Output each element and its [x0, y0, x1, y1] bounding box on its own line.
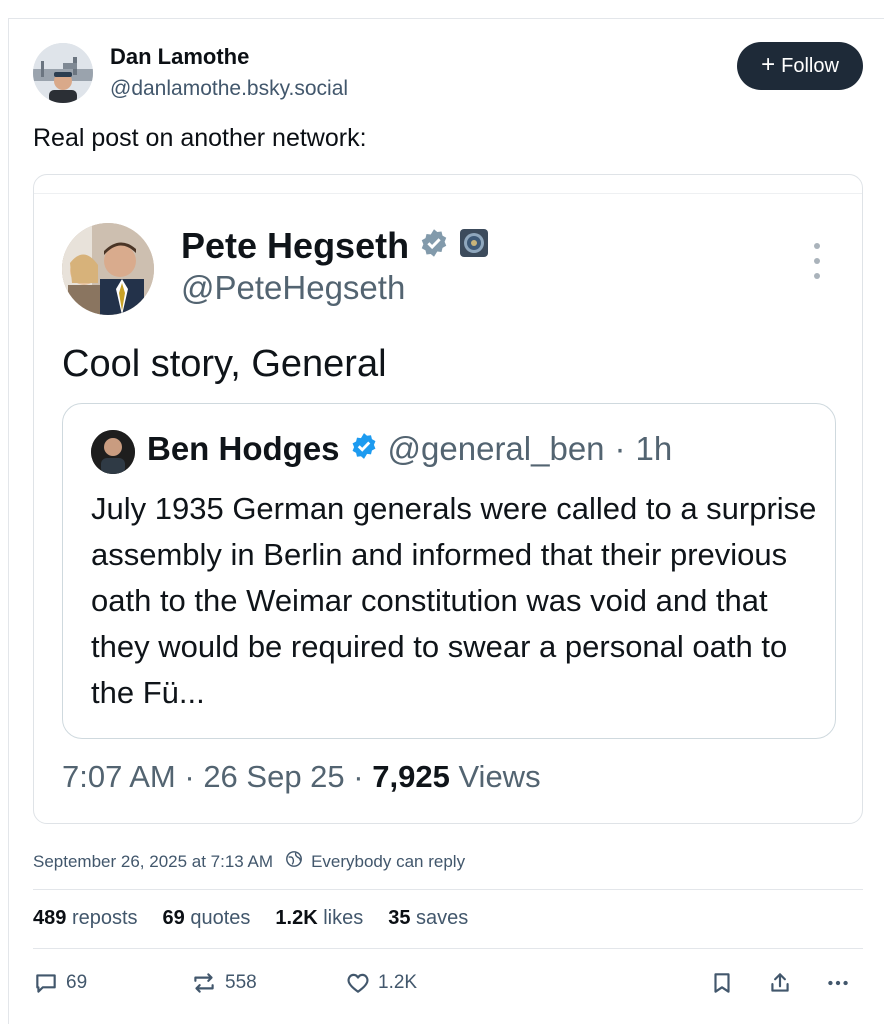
repost-button[interactable]: 558 — [190, 970, 257, 996]
embed-divider — [34, 193, 862, 194]
embedded-screenshot[interactable]: Pete Hegseth @PeteHegseth Cool story, Ge… — [33, 174, 863, 824]
embed-author-avatar — [62, 223, 154, 315]
reply-setting[interactable]: Everybody can reply — [311, 852, 465, 872]
author-handle[interactable]: @danlamothe.bsky.social — [110, 77, 348, 101]
share-icon — [767, 970, 793, 996]
author-avatar[interactable] — [33, 43, 93, 103]
quoted-post: Ben Hodges @general_ben · 1h July 1935 G… — [62, 403, 836, 739]
verified-badge-icon — [419, 225, 449, 267]
speech-bubble-icon — [33, 970, 59, 996]
verified-badge-icon — [350, 430, 378, 468]
embed-time: 7:07 AM — [62, 759, 176, 794]
ellipsis-icon — [825, 970, 851, 996]
reply-count: 69 — [66, 972, 88, 993]
author-name[interactable]: Dan Lamothe — [110, 44, 249, 70]
follow-button[interactable]: + Follow — [737, 42, 863, 90]
stats-divider-top — [33, 889, 863, 890]
quoted-age: 1h — [635, 430, 673, 467]
share-button[interactable] — [767, 970, 793, 996]
embed-author-name: Pete Hegseth — [181, 225, 410, 266]
reply-button[interactable]: 69 — [33, 970, 87, 996]
embed-views-label: Views — [458, 759, 541, 794]
quoted-author-avatar — [91, 430, 135, 474]
embed-author-handle: @PeteHegseth — [181, 269, 406, 306]
like-button[interactable]: 1.2K — [345, 970, 417, 996]
plus-icon: + — [761, 51, 776, 78]
stats-divider-bottom — [33, 948, 863, 949]
quoted-separator: · — [614, 430, 626, 467]
action-bar: 69 558 1.2K — [33, 970, 863, 1002]
engagement-stats: 489 reposts 69 quotes 1.2K likes 35 save… — [33, 907, 468, 930]
repost-count: 558 — [225, 972, 257, 993]
embed-meta: 7:07 AM · 26 Sep 25 · 7,925 Views — [62, 759, 541, 794]
reposts-stat[interactable]: 489 reposts — [33, 907, 138, 930]
likes-stat[interactable]: 1.2K likes — [275, 907, 363, 930]
embed-views-count: 7,925 — [372, 759, 450, 794]
saves-stat: 35 saves — [388, 907, 469, 929]
quoted-author-handle: @general_ben — [387, 430, 605, 467]
quoted-author-name: Ben Hodges — [147, 430, 340, 467]
follow-label: Follow — [781, 54, 839, 77]
embed-date: 26 Sep 25 — [203, 759, 345, 794]
government-seal-icon — [459, 225, 489, 267]
embed-post-text: Cool story, General — [62, 343, 387, 385]
quotes-stat[interactable]: 69 quotes — [163, 907, 251, 930]
quoted-header: Ben Hodges @general_ben · 1h — [147, 430, 672, 468]
embed-author-name-row: Pete Hegseth — [181, 225, 489, 267]
bookmark-icon — [709, 970, 735, 996]
more-options-icon — [812, 243, 822, 279]
repost-arrows-icon — [190, 970, 218, 996]
quoted-text: July 1935 German generals were called to… — [91, 491, 817, 710]
post-text: Real post on another network: — [33, 124, 367, 152]
more-button[interactable] — [825, 970, 851, 996]
post-timestamp-row: September 26, 2025 at 7:13 AM Everybody … — [33, 850, 465, 873]
bookmark-button[interactable] — [709, 970, 735, 996]
globe-icon — [285, 850, 303, 873]
post-timestamp[interactable]: September 26, 2025 at 7:13 AM — [33, 852, 273, 872]
like-count: 1.2K — [378, 972, 418, 993]
heart-icon — [345, 970, 371, 996]
